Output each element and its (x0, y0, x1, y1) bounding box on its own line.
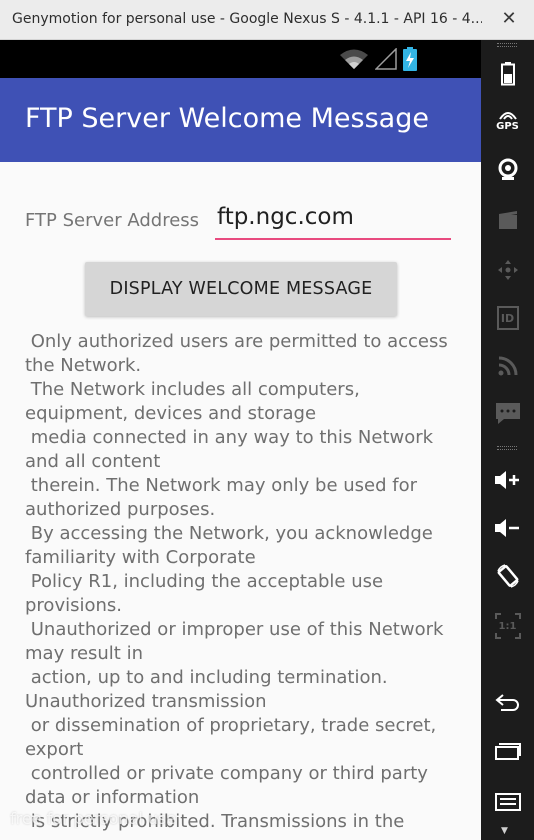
id-icon[interactable]: ID (481, 298, 534, 338)
sms-icon[interactable] (481, 394, 534, 434)
address-label: FTP Server Address (25, 210, 200, 231)
recent-apps-icon[interactable] (481, 730, 534, 770)
address-row: FTP Server Address (25, 202, 455, 246)
back-icon[interactable] (481, 682, 534, 722)
close-icon[interactable]: ✕ (498, 8, 520, 30)
display-welcome-message-button[interactable]: DISPLAY WELCOME MESSAGE (85, 262, 397, 316)
webcam-icon[interactable] (481, 150, 534, 190)
media-icon[interactable] (481, 200, 534, 240)
status-bar (0, 40, 481, 78)
window-title: Genymotion for personal use - Google Nex… (12, 11, 482, 27)
rss-icon[interactable] (481, 346, 534, 386)
battery-icon[interactable] (481, 54, 534, 94)
app-bar: FTP Server Welcome Message (0, 78, 481, 162)
scroll-down-icon[interactable]: ▼ (501, 826, 508, 836)
gps-icon[interactable]: GPS (481, 101, 534, 141)
dpad-icon[interactable] (481, 250, 534, 290)
wifi-icon (340, 49, 368, 69)
genymotion-sidebar: GPS ID 1:1 ▼ (481, 40, 534, 840)
rotate-icon[interactable] (481, 556, 534, 596)
gps-label: GPS (496, 121, 519, 132)
welcome-message-text: Only authorized users are permitted to a… (25, 331, 448, 832)
sidebar-top-grip (497, 43, 517, 47)
scale-label: 1:1 (498, 620, 517, 632)
emulator-window: Genymotion for personal use - Google Nex… (0, 0, 534, 840)
signal-icon (375, 48, 397, 70)
main-content: FTP Server Address DISPLAY WELCOME MESSA… (0, 162, 481, 840)
address-input[interactable] (215, 202, 451, 240)
window-titlebar: Genymotion for personal use - Google Nex… (0, 0, 534, 40)
sidebar-middle-grip (497, 446, 517, 450)
battery-charging-icon (403, 47, 417, 71)
volume-down-icon[interactable] (481, 508, 534, 548)
volume-up-icon[interactable] (481, 460, 534, 500)
device-screen: FTP Server Welcome Message FTP Server Ad… (0, 40, 481, 840)
watermark-text: free for personal use (10, 809, 177, 828)
id-label: ID (496, 306, 519, 330)
page-title: FTP Server Welcome Message (25, 103, 429, 134)
menu-icon[interactable] (481, 782, 534, 822)
scale-icon[interactable]: 1:1 (481, 606, 534, 646)
